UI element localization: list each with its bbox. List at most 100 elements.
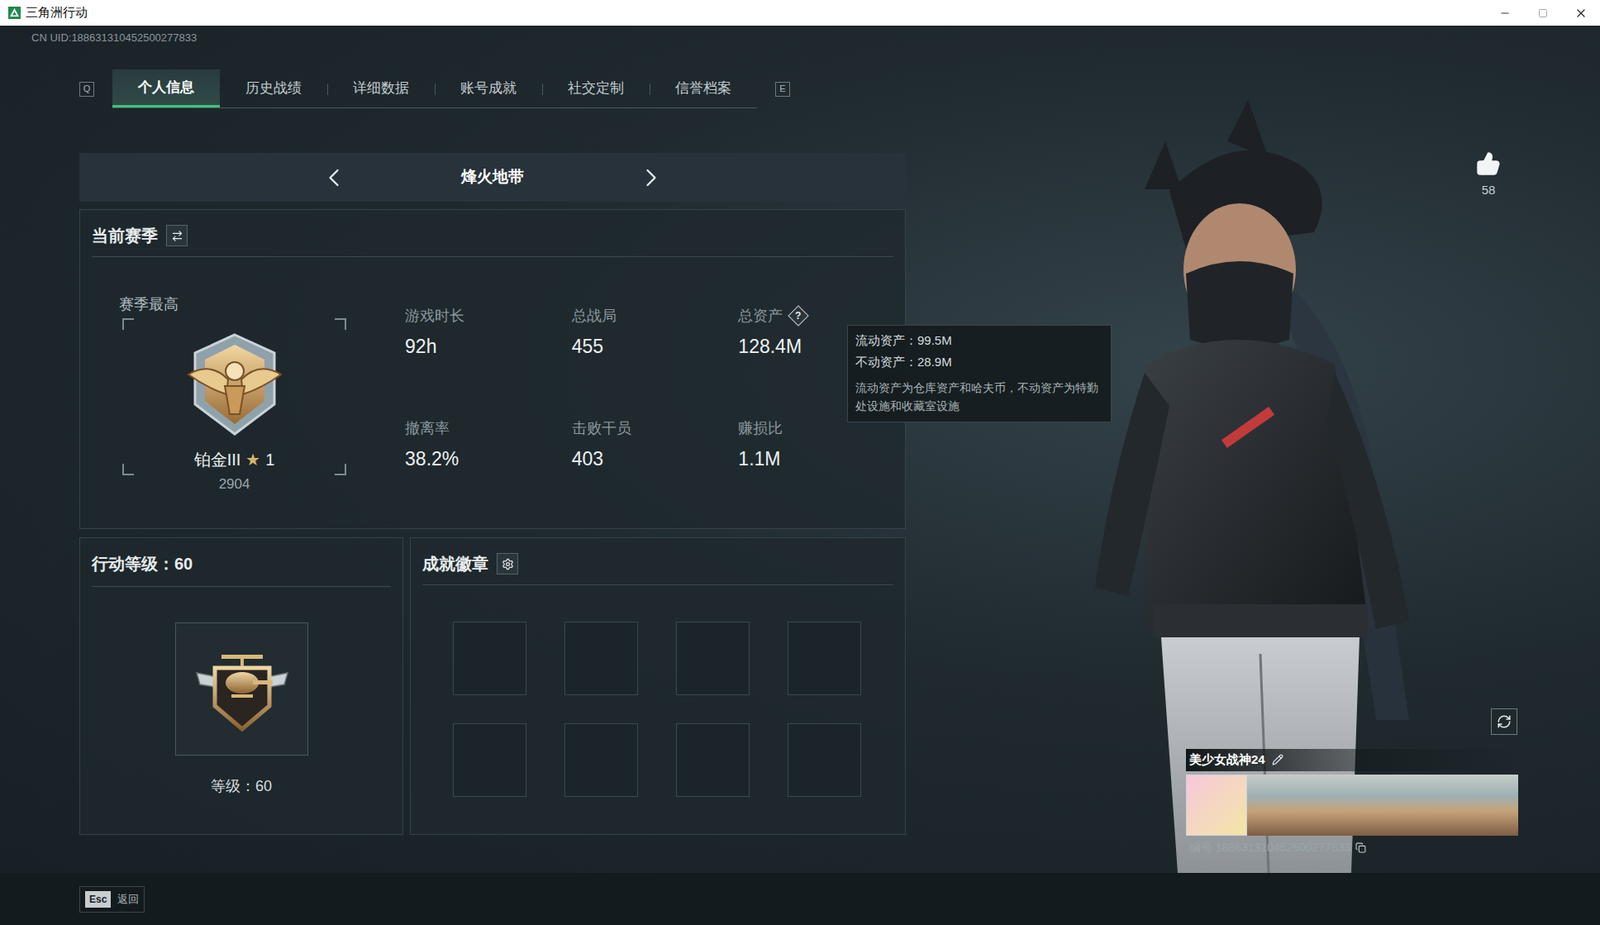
window-title: 三角洲行动 [25, 3, 88, 23]
badge-slot[interactable] [676, 723, 750, 797]
frame-corner [334, 318, 347, 330]
stat-value: 403 [571, 445, 739, 472]
switch-icon [171, 229, 184, 243]
tab-separator [649, 83, 651, 96]
rank-text: 铂金III★1 [194, 448, 276, 471]
avatar-image [1185, 774, 1248, 836]
stat-cell: 撤离率 38.2% [404, 417, 572, 494]
card-images [1185, 774, 1519, 836]
title-bar: 三角洲行动 [0, 0, 1600, 26]
app-window: 三角洲行动CN UID:188631310452500277833 Q 个人信息 历史… [0, 0, 1600, 925]
edit-icon[interactable] [1271, 753, 1284, 766]
stat-cell: 游戏时长92h [404, 304, 572, 381]
asset-tooltip: 流动资产：99.5M不动资产：28.9M流动资产为仓库资产和哈夫币，不动资产为特… [847, 324, 1112, 423]
bottom-panels: 行动等级：60等级：60 成就徽章 [79, 537, 906, 835]
badge-slots [452, 621, 862, 797]
window-controls [1485, 0, 1600, 26]
id-row: 编号 188631310452500277833 [1185, 838, 1519, 857]
refresh-icon [1496, 714, 1512, 729]
tab[interactable]: 历史战绩 [219, 69, 328, 108]
tab[interactable]: 个人信息 [112, 69, 220, 108]
stat-label-row: 总战局 [571, 304, 739, 327]
badge-slot[interactable] [676, 621, 750, 696]
tab-label: 个人信息 [138, 76, 195, 99]
frame-corner [122, 463, 134, 476]
mode-title: 烽火地带 [451, 165, 534, 190]
stat-label: 击败干员 [571, 417, 632, 439]
minimize-icon [1499, 7, 1511, 20]
tooltip-line: 流动资产：99.5M [855, 332, 1104, 349]
help-glyph: ? [795, 310, 802, 321]
stat-label: 撤离率 [404, 417, 450, 439]
player-name: 美少女战神24 [1189, 750, 1266, 770]
tab-label: 信誉档案 [675, 77, 732, 100]
level-badge-box [175, 622, 309, 756]
next-mode-icon[interactable] [636, 162, 667, 193]
stat-label: 总资产 [738, 304, 783, 327]
season-title: 当前赛季 [91, 223, 158, 248]
stat-label-row: 总资产? [738, 304, 905, 327]
tab-label: 历史战绩 [245, 77, 302, 100]
stat-value: 38.2% [404, 445, 572, 472]
gear-icon [501, 557, 515, 571]
prev-mode-icon[interactable] [319, 162, 349, 193]
stat-cell: 总战局455 [571, 304, 739, 381]
back-button[interactable]: Esc 返回 [79, 885, 145, 913]
achievements-header: 成就徽章 [422, 538, 894, 586]
season-switch-button[interactable] [166, 224, 188, 247]
badge-slot[interactable] [564, 621, 639, 696]
esc-key: Esc [85, 890, 111, 908]
tab-label: 账号成就 [460, 77, 517, 100]
level-caption: 等级：60 [80, 775, 403, 798]
maximize-button[interactable] [1523, 0, 1562, 26]
uid-text: CN UID:188631310452500277833 [0, 25, 1600, 45]
badge-slot[interactable] [564, 723, 639, 797]
tab[interactable]: 账号成就 [434, 69, 543, 108]
name-row: 美少女战神24 [1185, 748, 1519, 772]
season-header: 当前赛季 [91, 209, 894, 258]
badge-slot[interactable] [787, 621, 862, 696]
tab[interactable]: 社交定制 [542, 69, 650, 108]
stat-label: 赚损比 [738, 417, 783, 439]
rank-star-count: 1 [265, 448, 275, 471]
like-button[interactable]: 58 [1473, 151, 1504, 200]
stat-label-row: 游戏时长 [404, 304, 572, 327]
badge-slot[interactable] [787, 723, 862, 797]
badge-slot[interactable] [452, 723, 527, 797]
thumbs-up-icon [1476, 151, 1501, 177]
minimize-button[interactable] [1485, 0, 1524, 26]
player-id: 编号 188631310452500277833 [1189, 838, 1351, 857]
season-panel: 当前赛季赛季最高铂金III★12904游戏时长92h总战局455总资产?128.… [79, 209, 906, 529]
maximize-icon [1538, 8, 1548, 19]
back-label: 返回 [117, 890, 139, 908]
close-button[interactable] [1561, 0, 1600, 26]
stat-label-row: 击败干员 [571, 417, 739, 439]
tabs-row: Q 个人信息 历史战绩 详细数据 账号成就 社交定制 信誉档案 E [79, 69, 1600, 109]
badge-slot[interactable] [452, 621, 527, 696]
rank-tier: 铂金III [194, 448, 242, 471]
mode-selector: 烽火地带 [79, 152, 906, 202]
copy-icon[interactable] [1355, 842, 1367, 853]
frame-corner [334, 463, 347, 476]
tab-label: 社交定制 [567, 77, 624, 100]
tab-label: 详细数据 [352, 77, 410, 100]
stat-label-row: 撤离率 [404, 417, 572, 439]
next-tab-key[interactable]: E [775, 81, 791, 97]
stat-cell: 击败干员 403 [571, 417, 739, 494]
tab[interactable]: 信誉档案 [649, 69, 758, 108]
rank-star: ★ [245, 448, 261, 471]
rank-badge-icon [176, 328, 293, 444]
stat-label: 游戏时长 [404, 304, 465, 327]
rank-block: 赛季最高铂金III★12904 [122, 257, 347, 494]
level-panel: 行动等级：60等级：60 [79, 537, 404, 835]
title-group: 三角洲行动 [8, 3, 88, 23]
banner-image [1247, 774, 1519, 836]
help-icon[interactable]: ? [788, 304, 810, 326]
stats-grid: 游戏时长92h总战局455总资产?128.4M撤离率38.2%击败干员403赚损… [404, 304, 905, 494]
refresh-button[interactable] [1490, 708, 1518, 735]
prev-tab-key[interactable]: Q [79, 81, 95, 97]
footer-bar: Esc 返回 [0, 872, 1600, 925]
tab[interactable]: 详细数据 [327, 69, 435, 108]
rank-frame: 铂金III★1 [122, 318, 347, 476]
achievements-settings-button[interactable] [496, 552, 519, 575]
